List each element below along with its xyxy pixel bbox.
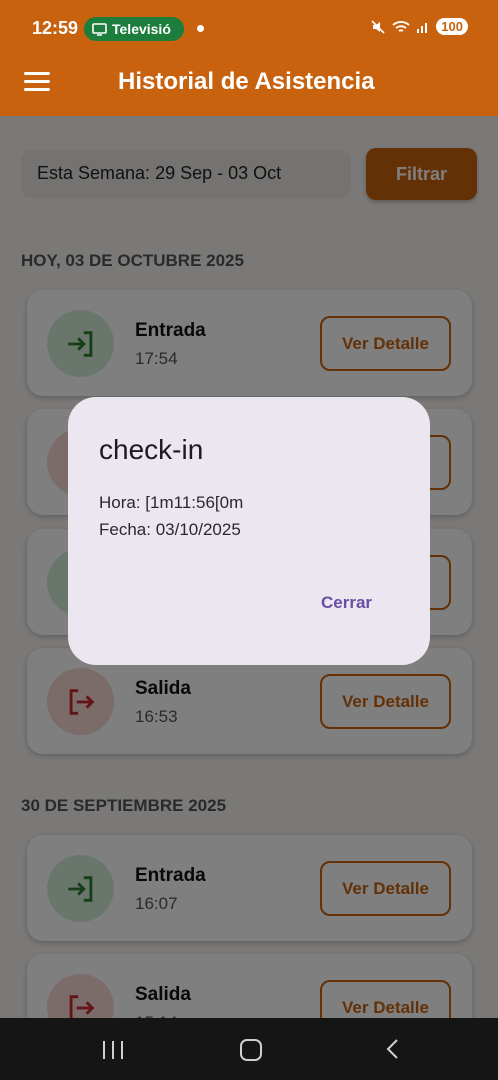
status-bar: 12:59 Televisió 100 [0, 0, 498, 58]
status-time: 12:59 [32, 18, 79, 38]
notification-chip[interactable]: Televisió [84, 17, 184, 41]
mute-icon [371, 19, 385, 34]
dialog-fecha: Fecha: 03/10/2025 [99, 520, 241, 539]
check-in-dialog: check-in Hora: [1m11:56[0m Fecha: 03/10/… [68, 397, 430, 665]
status-icons: 100 [370, 18, 468, 35]
battery-indicator: 100 [436, 18, 468, 35]
dialog-hora: Hora: [1m11:56[0m [99, 493, 244, 512]
dialog-title: check-in [99, 434, 204, 465]
signal-icon [417, 22, 428, 33]
tv-icon [92, 22, 107, 36]
page-title: Historial de Asistencia [118, 68, 375, 95]
app-bar: Historial de Asistencia [0, 58, 498, 116]
home-button[interactable] [240, 1039, 262, 1061]
notification-label: Televisió [112, 21, 171, 37]
back-icon[interactable] [385, 1038, 399, 1060]
system-nav-bar [0, 1018, 498, 1080]
wifi-icon [392, 20, 410, 32]
close-button[interactable]: Cerrar [321, 593, 372, 613]
menu-icon[interactable] [24, 72, 50, 94]
notification-dot [197, 25, 204, 32]
recent-apps-button[interactable] [103, 1041, 123, 1059]
